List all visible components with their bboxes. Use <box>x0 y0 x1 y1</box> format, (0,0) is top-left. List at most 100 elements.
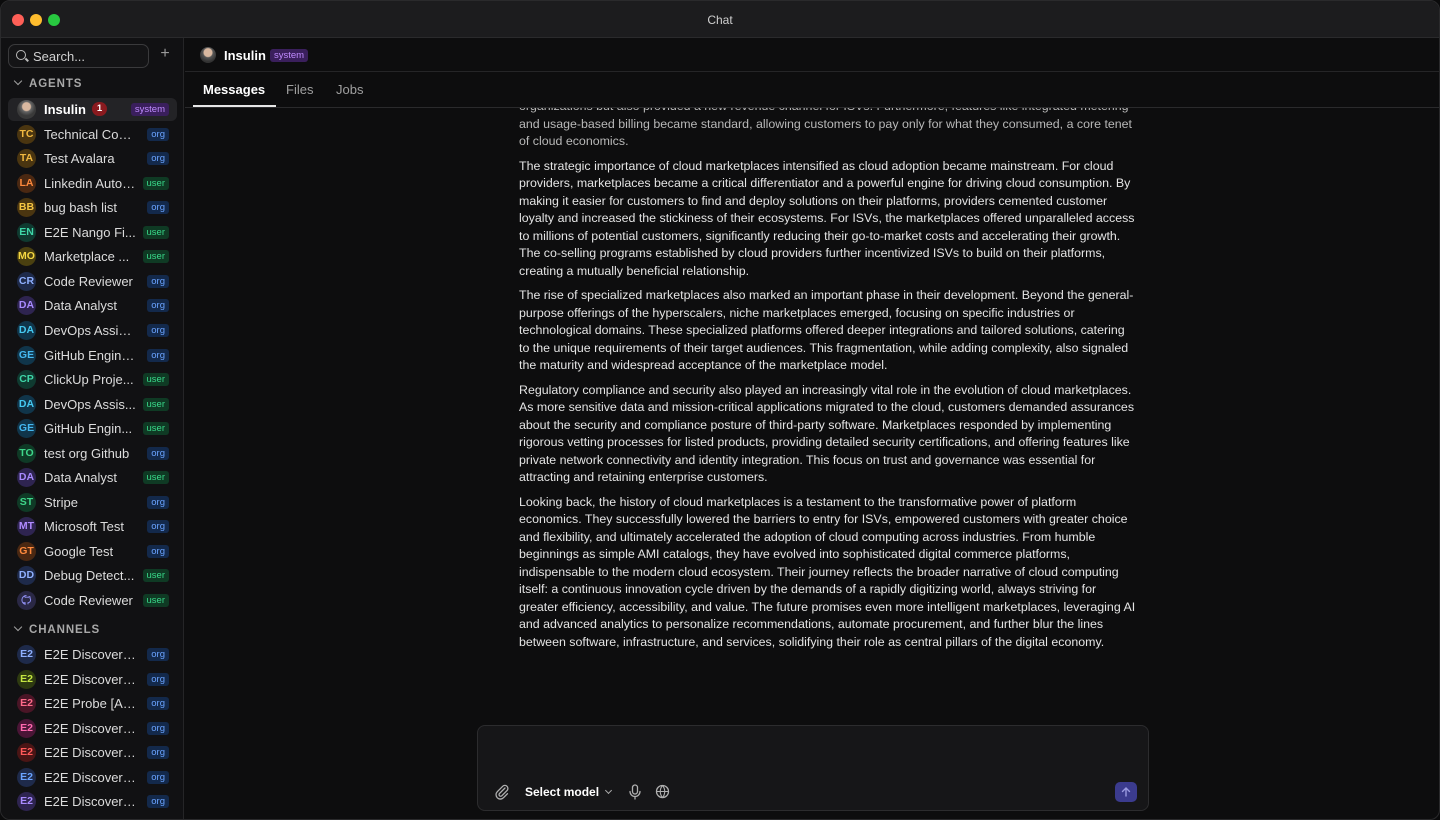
chat-header: Insulin system <box>185 38 1439 72</box>
channel-item[interactable]: E2 E2E Discovera... org <box>8 643 177 666</box>
agent-item[interactable]: Insulin 1 system <box>8 98 177 121</box>
agent-item[interactable]: MO Marketplace ... user <box>8 245 177 268</box>
scope-badge: org <box>147 299 169 313</box>
agent-label: GitHub Engineer <box>44 347 136 363</box>
message-paragraph: Regulatory compliance and security also … <box>519 382 1135 485</box>
tab-jobs[interactable]: Jobs <box>336 82 363 97</box>
paperclip-icon[interactable] <box>495 784 509 800</box>
avatar: TA <box>17 149 36 169</box>
channel-item[interactable]: E2 E2E Discovera... org <box>8 790 177 813</box>
agent-label: Test Avalara <box>44 151 115 167</box>
add-icon[interactable]: + <box>157 46 173 63</box>
avatar: DD <box>17 566 36 586</box>
avatar <box>200 47 216 63</box>
message-paragraph: Looking back, the history of cloud marke… <box>519 494 1136 649</box>
agent-item[interactable]: BB bug bash list org <box>8 196 177 219</box>
scope-badge: user <box>142 471 169 485</box>
avatar <box>17 100 36 119</box>
scope-badge: org <box>147 672 169 686</box>
avatar: GT <box>17 541 36 561</box>
agent-item[interactable]: GE GitHub Engin... user <box>8 417 177 440</box>
channel-item[interactable]: E2 E2E Discovera... org <box>8 741 177 764</box>
github-icon <box>17 591 36 610</box>
scope-badge: user <box>142 422 169 436</box>
message-input[interactable] <box>490 736 1130 772</box>
scope-badge: org <box>147 697 169 711</box>
search-icon <box>16 50 26 60</box>
scope-badge: org <box>147 446 169 460</box>
agent-item[interactable]: LA Linkedin Auto ... user <box>8 172 177 195</box>
agent-label: bug bash list <box>44 200 117 216</box>
agent-item[interactable]: Code Reviewer user <box>8 589 177 612</box>
agent-label: GitHub Engin... <box>44 421 133 437</box>
search-input[interactable] <box>33 48 143 64</box>
channel-label: E2E Discovera... <box>44 647 136 662</box>
globe-icon[interactable] <box>655 784 670 799</box>
agent-item[interactable]: DA Data Analyst org <box>8 294 177 317</box>
channel-item[interactable]: E2 E2E Probe [AU... org <box>8 692 177 715</box>
agent-label: DevOps Assist... <box>44 322 136 338</box>
agent-item[interactable]: TO test org Github org <box>8 442 177 465</box>
avatar: DA <box>17 394 36 414</box>
microphone-icon[interactable] <box>628 784 642 800</box>
scope-badge: org <box>147 323 169 337</box>
avatar: ST <box>17 492 36 512</box>
channel-item[interactable]: E2 E2E Discovera... org <box>8 766 177 789</box>
agent-label: Technical Con... <box>44 126 136 142</box>
agent-label: ClickUp Proje... <box>44 372 134 388</box>
agent-label: Debug Detect... <box>44 568 135 584</box>
agent-item[interactable]: MT Microsoft Test org <box>8 515 177 538</box>
avatar: DA <box>17 468 36 488</box>
chevron-down-icon <box>604 786 613 795</box>
scope-badge: org <box>147 348 169 362</box>
agent-item[interactable]: CR Code Reviewer org <box>8 270 177 293</box>
scope-badge: org <box>147 127 169 141</box>
tab-files[interactable]: Files <box>286 82 313 97</box>
agent-item[interactable]: GE GitHub Engineer org <box>8 344 177 367</box>
channel-item[interactable]: E2 E2E Discovera... org <box>8 717 177 740</box>
model-selector[interactable]: Select model <box>525 785 613 799</box>
agent-item[interactable]: DA Data Analyst user <box>8 466 177 489</box>
agent-label: Marketplace ... <box>44 249 130 265</box>
channel-label: E2E Discovera... <box>44 769 136 785</box>
agent-item[interactable]: EN E2E Nango Fi... user <box>8 221 177 244</box>
channel-label: E2E Discovera... <box>44 671 136 687</box>
search-box[interactable] <box>8 44 149 68</box>
agent-item[interactable]: DD Debug Detect... user <box>8 564 177 587</box>
chevron-down-icon <box>13 622 23 632</box>
app-window: Chat + AGENTS Insulin 1 system TC Technical … <box>0 0 1440 820</box>
scope-badge: org <box>147 648 169 661</box>
avatar: TC <box>17 124 36 144</box>
scope-badge: user <box>142 594 169 607</box>
message-area[interactable]: organizations but also provided a new re… <box>185 108 1439 718</box>
scope-badge: org <box>147 746 169 760</box>
channels-section-header[interactable]: CHANNELS <box>13 622 100 636</box>
scope-badge: org <box>147 520 169 534</box>
avatar: E2 <box>17 645 36 664</box>
message-paragraph: organizations but also provided a new re… <box>519 108 1133 148</box>
agent-item[interactable]: DA DevOps Assis... user <box>8 393 177 416</box>
agent-label: Code Reviewer <box>44 273 133 289</box>
agent-item[interactable]: TA Test Avalara org <box>8 147 177 170</box>
channel-item[interactable]: E2 E2E Discovera... org <box>8 668 177 691</box>
sidebar: + AGENTS Insulin 1 system TC Technical Con..… <box>1 38 184 819</box>
agent-label: Microsoft Test <box>44 519 124 535</box>
tab-messages[interactable]: Messages <box>203 82 265 97</box>
agent-item[interactable]: CP ClickUp Proje... user <box>8 368 177 391</box>
agent-item[interactable]: GT Google Test org <box>8 540 177 563</box>
scope-badge: user <box>142 225 169 239</box>
active-tab-indicator <box>193 105 276 107</box>
agent-label: test org Github <box>44 445 130 461</box>
avatar: E2 <box>17 669 36 689</box>
channel-label: E2E Probe [AU... <box>44 696 136 712</box>
agent-item[interactable]: ST Stripe org <box>8 491 177 514</box>
arrow-up-icon <box>1121 787 1131 797</box>
agents-section-header[interactable]: AGENTS <box>13 76 82 90</box>
avatar: MT <box>17 517 36 537</box>
agent-item[interactable]: TC Technical Con... org <box>8 123 177 146</box>
send-button[interactable] <box>1115 782 1137 802</box>
agent-item[interactable]: DA DevOps Assist... org <box>8 319 177 342</box>
scope-badge: user <box>142 250 169 264</box>
avatar: CP <box>17 370 36 390</box>
agent-label: Code Reviewer <box>44 593 133 608</box>
